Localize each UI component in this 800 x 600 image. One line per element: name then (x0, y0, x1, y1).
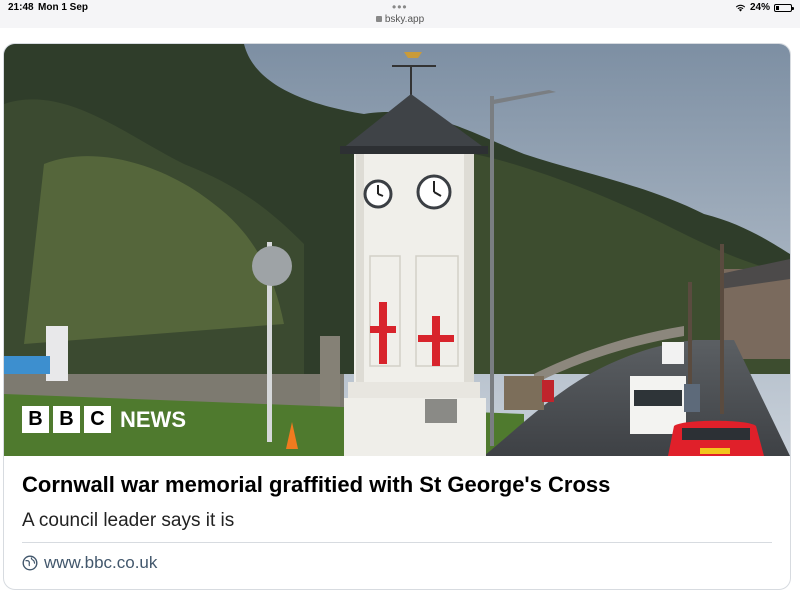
globe-icon (22, 555, 38, 571)
domain-link[interactable]: www.bbc.co.uk (22, 553, 157, 573)
link-preview-card[interactable]: B B C NEWS Cornwall war memorial graffit… (3, 43, 791, 590)
article-headline[interactable]: Cornwall war memorial graffitied with St… (22, 472, 772, 498)
more-dots-icon[interactable]: ••• (392, 0, 408, 14)
battery-percent: 24% (749, 2, 770, 13)
bbc-logo-news: NEWS (120, 406, 186, 432)
domain-text: www.bbc.co.uk (44, 553, 158, 572)
status-indicators: 24% (735, 2, 794, 13)
status-time: 21:48 (8, 2, 34, 13)
bbc-logo-letter: B (53, 406, 80, 433)
address-url: bsky.app (384, 14, 425, 25)
article-photo (4, 44, 790, 456)
wifi-icon (735, 4, 746, 12)
status-date: Mon 1 Sep (38, 2, 89, 13)
card-divider (22, 542, 772, 543)
battery-icon (774, 3, 794, 12)
lock-icon (375, 16, 382, 22)
bbc-news-logo: B B C NEWS (22, 406, 186, 433)
status-bar: 21:48 Mon 1 Sep ••• bsky.app 24% (0, 0, 800, 28)
article-description: A council leader says it is (22, 510, 235, 531)
bbc-logo-letter: B (22, 406, 49, 433)
bbc-logo-letter: C (84, 406, 111, 433)
address-bar[interactable]: bsky.app (0, 14, 800, 25)
